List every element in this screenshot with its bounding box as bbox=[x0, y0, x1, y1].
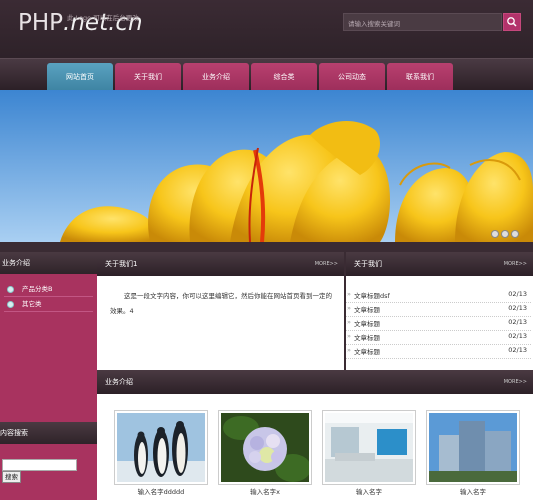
lobby-image bbox=[325, 413, 413, 482]
news-separator bbox=[346, 330, 531, 331]
slide-dot-1[interactable] bbox=[491, 230, 499, 238]
nav-item-home[interactable]: 网站首页 bbox=[47, 63, 113, 91]
news-header: 关于我们 MORE>> bbox=[346, 252, 533, 276]
news-item-date: 02/13 bbox=[508, 290, 527, 298]
news-item-title: 文章标题 bbox=[347, 346, 380, 356]
sidebar-item-category-b[interactable]: 产品分类B bbox=[0, 282, 97, 296]
sidebar-search-button[interactable]: 搜索 bbox=[2, 471, 21, 483]
news-item-date: 02/13 bbox=[508, 332, 527, 340]
slide-dot-3[interactable] bbox=[511, 230, 519, 238]
about-text: 这是一段文字内容，你可以这里编辑它，然后你能在网站首页看到一定的效果。4 bbox=[110, 292, 332, 315]
news-title: 关于我们 bbox=[354, 260, 382, 268]
business-caption: 输入名字 bbox=[460, 488, 486, 496]
nav-item-general[interactable]: 综合类 bbox=[251, 63, 317, 91]
business-header: 业务介绍 MORE>> bbox=[97, 370, 533, 394]
news-item-title: 文章标题 bbox=[347, 304, 380, 314]
news-separator bbox=[346, 344, 531, 345]
slide-dot-2[interactable] bbox=[501, 230, 509, 238]
search-icon bbox=[507, 17, 517, 27]
business-thumb-hydrangea[interactable] bbox=[218, 410, 312, 485]
news-item-title: 文章标题 bbox=[347, 332, 380, 342]
sidebar-search-input[interactable] bbox=[2, 459, 77, 471]
news-separator bbox=[346, 316, 531, 317]
building-image bbox=[429, 413, 517, 482]
about-header: 关于我们1 MORE>> bbox=[97, 252, 344, 276]
news-separator bbox=[346, 302, 531, 303]
nav-item-about[interactable]: 关于我们 bbox=[115, 63, 181, 91]
sidebar-search-title: 内容搜索 bbox=[0, 422, 97, 444]
sidebar-item-other[interactable]: 其它类 bbox=[0, 297, 97, 311]
business-caption: 输入名字ddddd bbox=[137, 488, 185, 496]
sidebar-separator bbox=[4, 311, 93, 312]
business-caption: 输入名字 bbox=[356, 488, 382, 496]
about-title: 关于我们1 bbox=[105, 260, 138, 268]
news-item-date: 02/13 bbox=[508, 346, 527, 354]
about-more-link[interactable]: MORE>> bbox=[315, 252, 338, 276]
hydrangea-image bbox=[221, 413, 311, 482]
logo-subtitle: 此 Logo 可以在后台更改 bbox=[67, 14, 139, 22]
slide-dots bbox=[491, 230, 519, 238]
news-item[interactable]: 文章标题 02/13 bbox=[346, 332, 531, 344]
business-title: 业务介绍 bbox=[105, 378, 133, 386]
news-more-link[interactable]: MORE>> bbox=[504, 252, 527, 276]
news-item[interactable]: 文章标题dsf 02/13 bbox=[346, 290, 531, 302]
news-item[interactable]: 文章标题 02/13 bbox=[346, 318, 531, 330]
divider bbox=[0, 242, 533, 252]
nav-item-business[interactable]: 业务介绍 bbox=[183, 63, 249, 91]
nav-item-contact[interactable]: 联系我们 bbox=[387, 63, 453, 91]
business-caption: 输入名字x bbox=[250, 488, 280, 496]
business-more-link[interactable]: MORE>> bbox=[504, 370, 527, 394]
logo-text: PHP bbox=[18, 10, 64, 36]
nav-item-news[interactable]: 公司动态 bbox=[319, 63, 385, 91]
sidebar: 业务介绍 产品分类B 其它类 内容搜索 搜索 bbox=[0, 252, 97, 500]
news-item-date: 02/13 bbox=[508, 318, 527, 326]
search-button[interactable] bbox=[503, 13, 521, 31]
news-item-date: 02/13 bbox=[508, 304, 527, 312]
penguins-image bbox=[117, 413, 205, 482]
main-nav: 网站首页 关于我们 业务介绍 综合类 公司动态 联系我们 bbox=[0, 58, 533, 91]
sidebar-title: 业务介绍 bbox=[0, 252, 97, 274]
news-item-title: 文章标题 bbox=[347, 318, 380, 328]
news-item-title: 文章标题dsf bbox=[347, 290, 390, 300]
search-input[interactable]: 请输入搜索关键词 bbox=[343, 13, 502, 31]
banner-slideshow[interactable] bbox=[0, 90, 533, 242]
tulips-image bbox=[0, 90, 533, 242]
business-thumb-building[interactable] bbox=[426, 410, 520, 485]
news-separator bbox=[346, 358, 531, 359]
business-thumb-penguins[interactable] bbox=[114, 410, 208, 485]
news-item[interactable]: 文章标题 02/13 bbox=[346, 346, 531, 358]
business-thumb-lobby[interactable] bbox=[322, 410, 416, 485]
news-item[interactable]: 文章标题 02/13 bbox=[346, 304, 531, 316]
header: PHP.net.cn 此 Logo 可以在后台更改 请输入搜索关键词 bbox=[0, 0, 533, 58]
